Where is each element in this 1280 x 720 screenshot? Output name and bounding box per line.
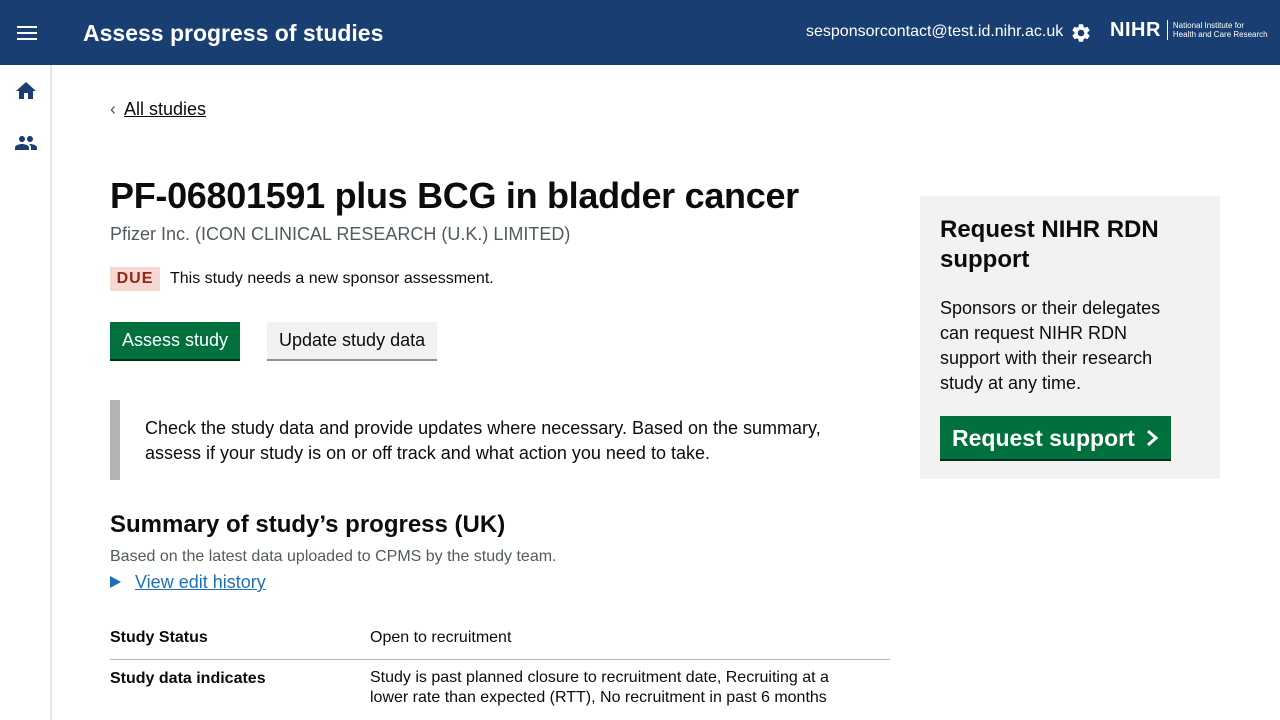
logo-sub-line1: National Institute for <box>1172 21 1245 30</box>
sidebar <box>0 65 52 720</box>
page-title: PF-06801591 plus BCG in bladder cancer <box>110 175 799 216</box>
status-text: This study needs a new sponsor assessmen… <box>170 270 494 287</box>
chevron-left-icon: ‹ <box>110 99 116 119</box>
inset-text: Check the study data and provide updates… <box>145 418 821 463</box>
table-row: Study data indicates Study is past plann… <box>110 668 890 720</box>
summary-heading: Summary of study’s progress (UK) <box>110 511 506 538</box>
home-icon[interactable] <box>14 79 38 103</box>
logo-divider <box>1166 20 1168 40</box>
status-badge: DUE <box>110 267 160 291</box>
logo-sub-text: National Institute for Health and Care R… <box>1173 21 1273 39</box>
support-panel: Request NIHR RDN support Sponsors or the… <box>920 196 1220 479</box>
view-edit-history-label: View edit history <box>135 572 266 592</box>
app-header: Assess progress of studies sesponsorcont… <box>0 0 1280 65</box>
user-email: sesponsorcontact@test.id.nihr.ac.uk <box>806 23 1064 40</box>
row-value: Study is past planned closure to recruit… <box>370 669 829 706</box>
summary-subtext: Based on the latest data uploaded to CPM… <box>110 548 557 565</box>
row-value: Open to recruitment <box>370 629 512 646</box>
request-support-label: Request support <box>952 424 1135 451</box>
row-key: Study Status <box>110 629 208 646</box>
triangle-right-icon <box>110 576 121 588</box>
assess-study-button[interactable]: Assess study <box>110 322 241 359</box>
table-row: Study Status Open to recruitment <box>110 627 890 660</box>
back-link-label: All studies <box>124 99 207 119</box>
nihr-logo[interactable]: NIHR National Institute for Health and C… <box>1110 18 1273 42</box>
people-icon[interactable] <box>14 131 38 155</box>
inset-text-panel: Check the study data and provide updates… <box>110 400 860 480</box>
row-key: Study data indicates <box>110 670 266 687</box>
support-text: Sponsors or their delegates can request … <box>940 298 1161 393</box>
gear-icon[interactable] <box>1070 22 1092 44</box>
chevron-right-icon <box>1146 429 1159 446</box>
update-study-data-button[interactable]: Update study data <box>267 322 438 359</box>
back-link[interactable]: ‹ All studies <box>110 97 206 121</box>
request-support-button[interactable]: Request support <box>940 416 1171 459</box>
logo-sub-line2: Health and Care Research <box>1172 30 1268 39</box>
sponsor-name: Pfizer Inc. (ICON CLINICAL RESEARCH (U.K… <box>110 224 571 244</box>
app-title: Assess progress of studies <box>83 20 384 46</box>
support-heading: Request NIHR RDN support <box>940 216 1159 273</box>
logo-main-text: NIHR <box>1110 19 1161 41</box>
view-edit-history-toggle[interactable]: View edit history <box>110 571 266 593</box>
menu-icon[interactable] <box>17 26 37 40</box>
